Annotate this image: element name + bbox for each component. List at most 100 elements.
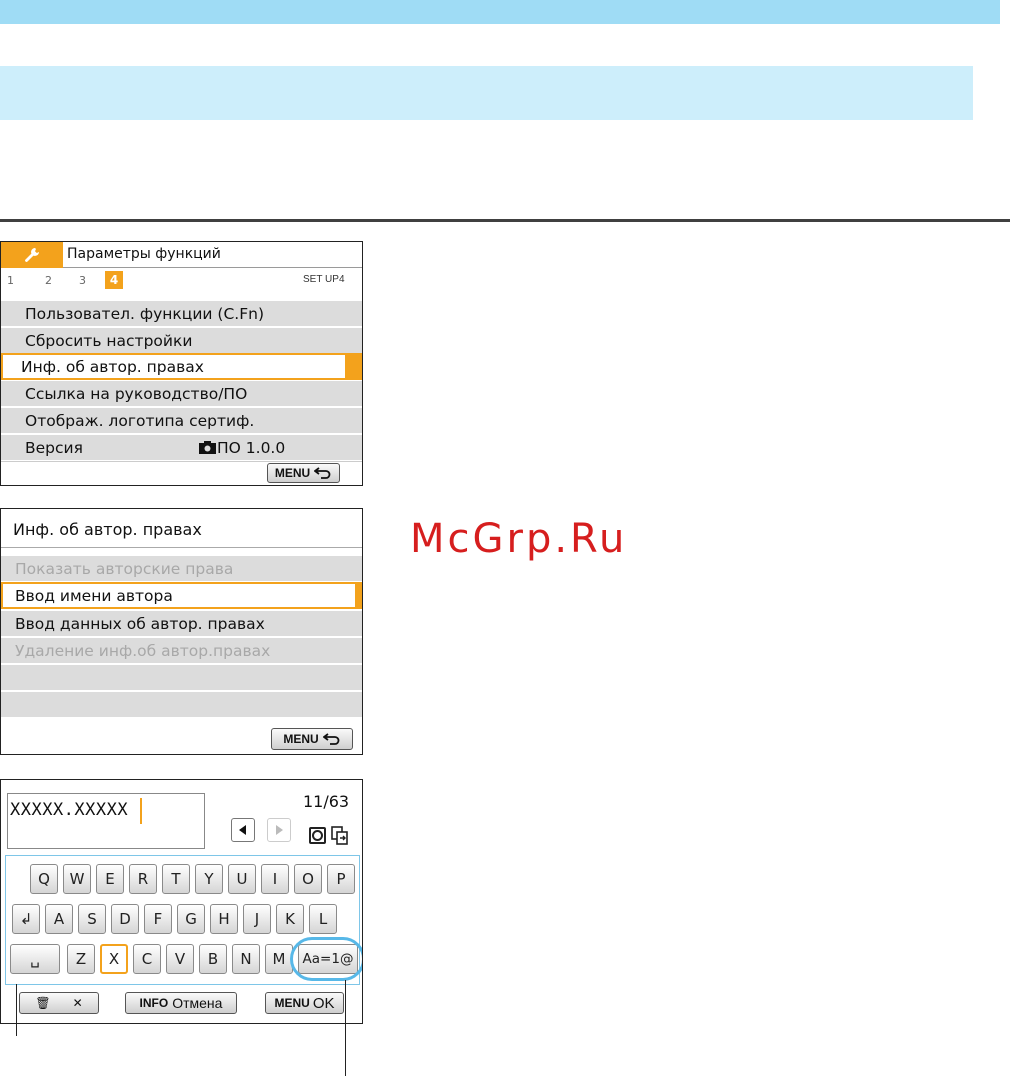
menu-item-show-copyright: Показать авторские права xyxy=(1,555,362,581)
key-space[interactable]: ␣ xyxy=(10,944,60,974)
tab-3[interactable]: 3 xyxy=(79,274,86,287)
key-c[interactable]: C xyxy=(133,944,161,974)
header-underline xyxy=(1,547,362,548)
menu-item-copyright-info[interactable]: Инф. об автор. правах xyxy=(1,353,362,380)
menu-item-enter-copyright[interactable]: Ввод данных об автор. правах xyxy=(1,610,362,636)
top-color-band xyxy=(0,0,1010,24)
selection-marker xyxy=(345,353,362,380)
menu-item-delete-copyright: Удаление инф.об автор.правах xyxy=(1,637,362,663)
menu-item-label: Отображ. логотипа сертиф. xyxy=(25,411,255,430)
menu-item-label: Ввод данных об автор. правах xyxy=(15,614,265,633)
key-h[interactable]: H xyxy=(210,904,238,934)
tab-code: SET UP4 xyxy=(303,274,345,285)
menu-item-label: Ввод имени автора xyxy=(15,586,173,605)
key-v[interactable]: V xyxy=(166,944,194,974)
key-z[interactable]: Z xyxy=(67,944,95,974)
setup-menu-screen: Параметры функций 1 2 3 4 SET UP4 Пользо… xyxy=(0,241,363,486)
top-band-gap xyxy=(1000,0,1010,24)
section-header-band xyxy=(0,66,973,120)
key-enter[interactable]: ↲ xyxy=(12,904,40,934)
key-f[interactable]: F xyxy=(144,904,172,934)
arrow-right-icon xyxy=(276,825,283,835)
menu-back-button[interactable]: MENU xyxy=(271,728,353,750)
char-counter: 11/63 xyxy=(303,792,350,811)
menu-item-cert-logo[interactable]: Отображ. логотипа сертиф. xyxy=(1,407,362,433)
quick-control-icon[interactable] xyxy=(309,827,326,844)
watermark: McGrp.Ru xyxy=(410,516,628,562)
key-w[interactable]: W xyxy=(63,864,91,894)
key-d[interactable]: D xyxy=(111,904,139,934)
cancel-button[interactable]: INFO Отмена xyxy=(125,992,237,1014)
text-cursor xyxy=(140,798,142,824)
callout-line-input-mode xyxy=(345,980,346,1076)
ok-button[interactable]: MENU OK xyxy=(265,992,344,1014)
menu-button-label: MENU xyxy=(274,466,311,480)
header-underline xyxy=(63,267,362,268)
cursor-left-button[interactable] xyxy=(231,818,255,842)
menu-item-manual-link[interactable]: Ссылка на руководство/ПО xyxy=(1,380,362,406)
menu-button-label: MENU xyxy=(283,732,319,746)
menu-item-enter-author[interactable]: Ввод имени автора xyxy=(1,582,362,609)
selection-marker xyxy=(355,582,362,609)
key-j[interactable]: J xyxy=(243,904,271,934)
wrench-icon xyxy=(25,248,39,262)
menu-item-version[interactable]: Версия ПО 1.0.0 xyxy=(1,434,362,460)
key-p[interactable]: P xyxy=(327,864,355,894)
delete-button[interactable]: 🗑 ✕ xyxy=(19,992,99,1014)
menu-header-title: Параметры функций xyxy=(67,246,221,262)
tab-2[interactable]: 2 xyxy=(45,274,52,287)
key-x[interactable]: X xyxy=(100,944,128,974)
ok-label: OK xyxy=(312,994,335,1012)
copyright-menu-screen: Инф. об автор. правах Показать авторские… xyxy=(0,508,363,755)
key-n[interactable]: N xyxy=(232,944,260,974)
key-s[interactable]: S xyxy=(78,904,106,934)
tab-1[interactable]: 1 xyxy=(7,274,14,287)
key-g[interactable]: G xyxy=(177,904,205,934)
callout-line-keyboard xyxy=(16,984,17,1036)
close-icon: ✕ xyxy=(72,996,83,1010)
key-m[interactable]: M xyxy=(265,944,293,974)
menu-item-empty xyxy=(1,691,362,717)
key-e[interactable]: E xyxy=(96,864,124,894)
return-arrow-icon xyxy=(322,733,340,745)
menu-item-label: Показать авторские права xyxy=(15,559,234,578)
key-b[interactable]: B xyxy=(199,944,227,974)
section-divider xyxy=(0,219,1010,222)
menu-item-label: Пользовател. функции (C.Fn) xyxy=(25,304,264,323)
menu-item-label: Инф. об автор. правах xyxy=(21,357,204,376)
key-u[interactable]: U xyxy=(228,864,256,894)
q-ring xyxy=(312,830,323,841)
wrench-tab[interactable] xyxy=(1,242,63,268)
info-label: INFO xyxy=(139,996,169,1010)
key-y[interactable]: Y xyxy=(195,864,223,894)
menu-item-reset-settings[interactable]: Сбросить настройки xyxy=(1,327,362,353)
cancel-label: Отмена xyxy=(172,995,223,1011)
menu-item-empty xyxy=(1,664,362,690)
arrow-left-icon xyxy=(239,825,246,835)
cursor-right-button[interactable] xyxy=(267,818,291,842)
menu-header-title: Инф. об автор. правах xyxy=(13,520,202,539)
key-o[interactable]: O xyxy=(294,864,322,894)
key-k[interactable]: K xyxy=(276,904,304,934)
key-l[interactable]: L xyxy=(309,904,337,934)
trash-icon: 🗑 xyxy=(35,996,51,1010)
key-t[interactable]: T xyxy=(162,864,190,894)
menu-item-custom-functions[interactable]: Пользовател. функции (C.Fn) xyxy=(1,300,362,326)
text-input-field[interactable]: XXXXX.XXXXX xyxy=(7,793,205,849)
key-r[interactable]: R xyxy=(129,864,157,894)
copy-icon xyxy=(331,826,348,845)
menu-item-label: Ссылка на руководство/ПО xyxy=(25,384,248,403)
key-a[interactable]: A xyxy=(45,904,73,934)
keyboard-screen: XXXXX.XXXXX 11/63 Q W E R T Y U I O P ↲ … xyxy=(0,779,363,1024)
menu-label: MENU xyxy=(274,996,310,1010)
menu-item-label: Удаление инф.об автор.правах xyxy=(15,641,271,660)
return-arrow-icon xyxy=(314,467,331,479)
menu-item-label: Сбросить настройки xyxy=(25,331,193,350)
menu-item-label: Версия xyxy=(25,438,83,457)
input-mode-highlight-circle xyxy=(290,937,362,981)
menu-back-button[interactable]: MENU xyxy=(267,463,340,483)
tab-4[interactable]: 4 xyxy=(105,271,123,289)
key-i[interactable]: I xyxy=(261,864,289,894)
key-q[interactable]: Q xyxy=(30,864,58,894)
input-value: XXXXX.XXXXX xyxy=(10,800,129,820)
